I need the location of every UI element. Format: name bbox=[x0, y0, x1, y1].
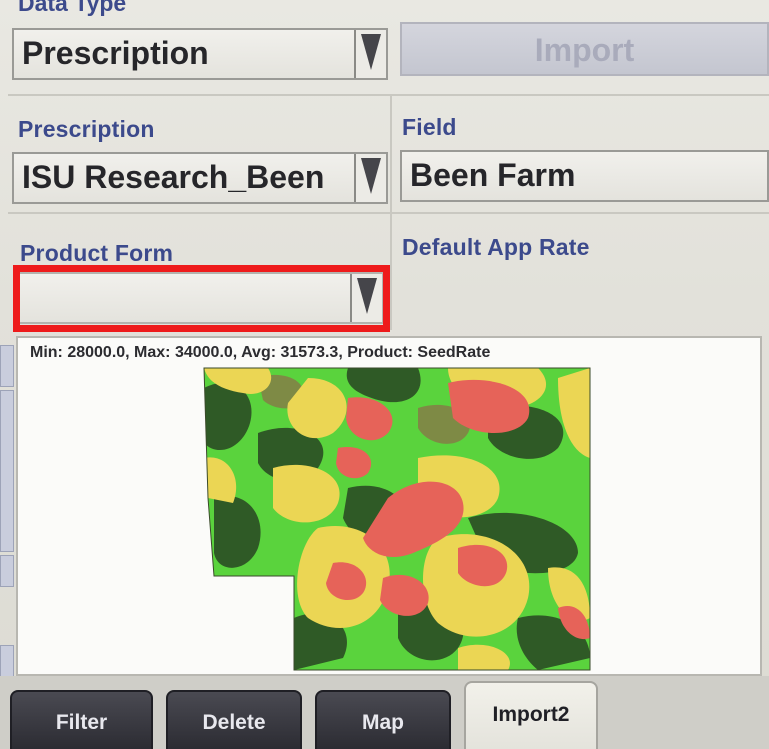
chevron-down-icon[interactable] bbox=[354, 30, 386, 78]
side-control[interactable] bbox=[0, 390, 14, 552]
divider bbox=[8, 94, 769, 96]
field-label: Field bbox=[402, 114, 457, 140]
side-control[interactable] bbox=[0, 645, 14, 679]
tab-map[interactable]: Map bbox=[315, 690, 451, 749]
import-button[interactable]: Import bbox=[400, 22, 769, 76]
prescription-label: Prescription bbox=[18, 116, 155, 142]
tab-filter[interactable]: Filter bbox=[10, 690, 153, 749]
side-control[interactable] bbox=[0, 345, 14, 387]
chevron-down-icon[interactable] bbox=[354, 154, 386, 202]
tab-delete[interactable]: Delete bbox=[166, 690, 302, 749]
divider bbox=[8, 212, 769, 214]
tab-import2[interactable]: Import2 bbox=[464, 681, 598, 749]
prescription-value: ISU Research_Been bbox=[22, 159, 325, 195]
side-control[interactable] bbox=[0, 555, 14, 587]
field-value: Been Farm bbox=[410, 157, 576, 193]
field-input[interactable]: Been Farm bbox=[400, 150, 769, 202]
import-screen: Data Type Prescription Import Prescripti… bbox=[0, 0, 769, 749]
default-app-rate-label: Default App Rate bbox=[402, 234, 590, 260]
highlight-box bbox=[13, 265, 390, 332]
data-type-dropdown[interactable]: Prescription bbox=[12, 28, 388, 80]
product-form-label: Product Form bbox=[20, 240, 174, 266]
prescription-map bbox=[203, 367, 591, 671]
prescription-map-panel[interactable]: Min: 28000.0, Max: 34000.0, Avg: 31573.3… bbox=[16, 336, 762, 676]
data-type-label: Data Type bbox=[18, 0, 127, 16]
prescription-dropdown[interactable]: ISU Research_Been bbox=[12, 152, 388, 204]
data-type-value: Prescription bbox=[22, 35, 209, 71]
